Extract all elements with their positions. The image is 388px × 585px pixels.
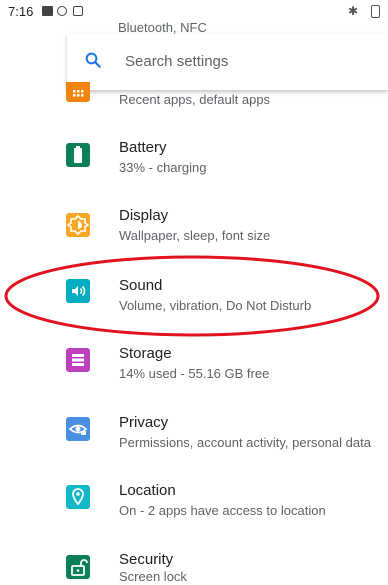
settings-item-sound[interactable]: Sound Volume, vibration, Do Not Disturb bbox=[0, 272, 388, 332]
volume-icon bbox=[66, 279, 90, 303]
settings-item-storage[interactable]: Storage 14% used - 55.16 GB free bbox=[0, 342, 388, 402]
item-title: Sound bbox=[119, 277, 163, 294]
settings-item-location[interactable]: Location On - 2 apps have access to loca… bbox=[0, 481, 388, 541]
search-input[interactable]: Search settings bbox=[125, 53, 228, 70]
item-title: Security bbox=[119, 551, 174, 568]
settings-item-battery[interactable]: Battery 33% - charging bbox=[0, 133, 388, 193]
connected-devices-subtitle: Bluetooth, NFC bbox=[118, 20, 207, 35]
status-bar: 7:16 ✱ bbox=[0, 0, 388, 22]
item-title: Storage bbox=[119, 345, 172, 362]
storage-icon bbox=[66, 348, 90, 372]
item-title: Location bbox=[119, 482, 176, 499]
search-bar[interactable]: Search settings bbox=[67, 34, 388, 90]
item-title: Privacy bbox=[119, 414, 169, 431]
item-subtitle: Volume, vibration, Do Not Disturb bbox=[119, 298, 312, 313]
settings-item-security[interactable]: Security Screen lock bbox=[0, 548, 388, 585]
item-subtitle: Screen lock bbox=[119, 569, 187, 584]
battery-icon bbox=[371, 5, 380, 18]
apps-icon bbox=[66, 82, 90, 102]
item-title: Display bbox=[119, 207, 169, 224]
brightness-icon bbox=[66, 213, 90, 237]
bluetooth-icon: ✱ bbox=[347, 4, 358, 18]
location-icon bbox=[66, 485, 90, 509]
item-subtitle: 14% used - 55.16 GB free bbox=[119, 366, 270, 381]
square-icon bbox=[73, 6, 83, 16]
circle-icon bbox=[57, 6, 67, 16]
item-title: Battery bbox=[119, 139, 167, 156]
settings-item-privacy[interactable]: Privacy Permissions, account activity, p… bbox=[0, 411, 388, 471]
search-icon bbox=[85, 52, 101, 68]
battery-icon bbox=[66, 143, 90, 167]
item-subtitle: Wallpaper, sleep, font size bbox=[119, 228, 271, 243]
privacy-icon bbox=[66, 417, 90, 441]
status-time: 7:16 bbox=[8, 4, 34, 19]
item-subtitle: 33% - charging bbox=[119, 160, 207, 175]
item-subtitle: Permissions, account activity, personal … bbox=[119, 435, 371, 450]
lock-icon bbox=[66, 555, 90, 579]
item-subtitle: On - 2 apps have access to location bbox=[119, 503, 326, 518]
apps-item-subtitle[interactable]: Recent apps, default apps bbox=[119, 92, 270, 107]
image-icon bbox=[42, 6, 53, 16]
settings-item-display[interactable]: Display Wallpaper, sleep, font size bbox=[0, 203, 388, 263]
